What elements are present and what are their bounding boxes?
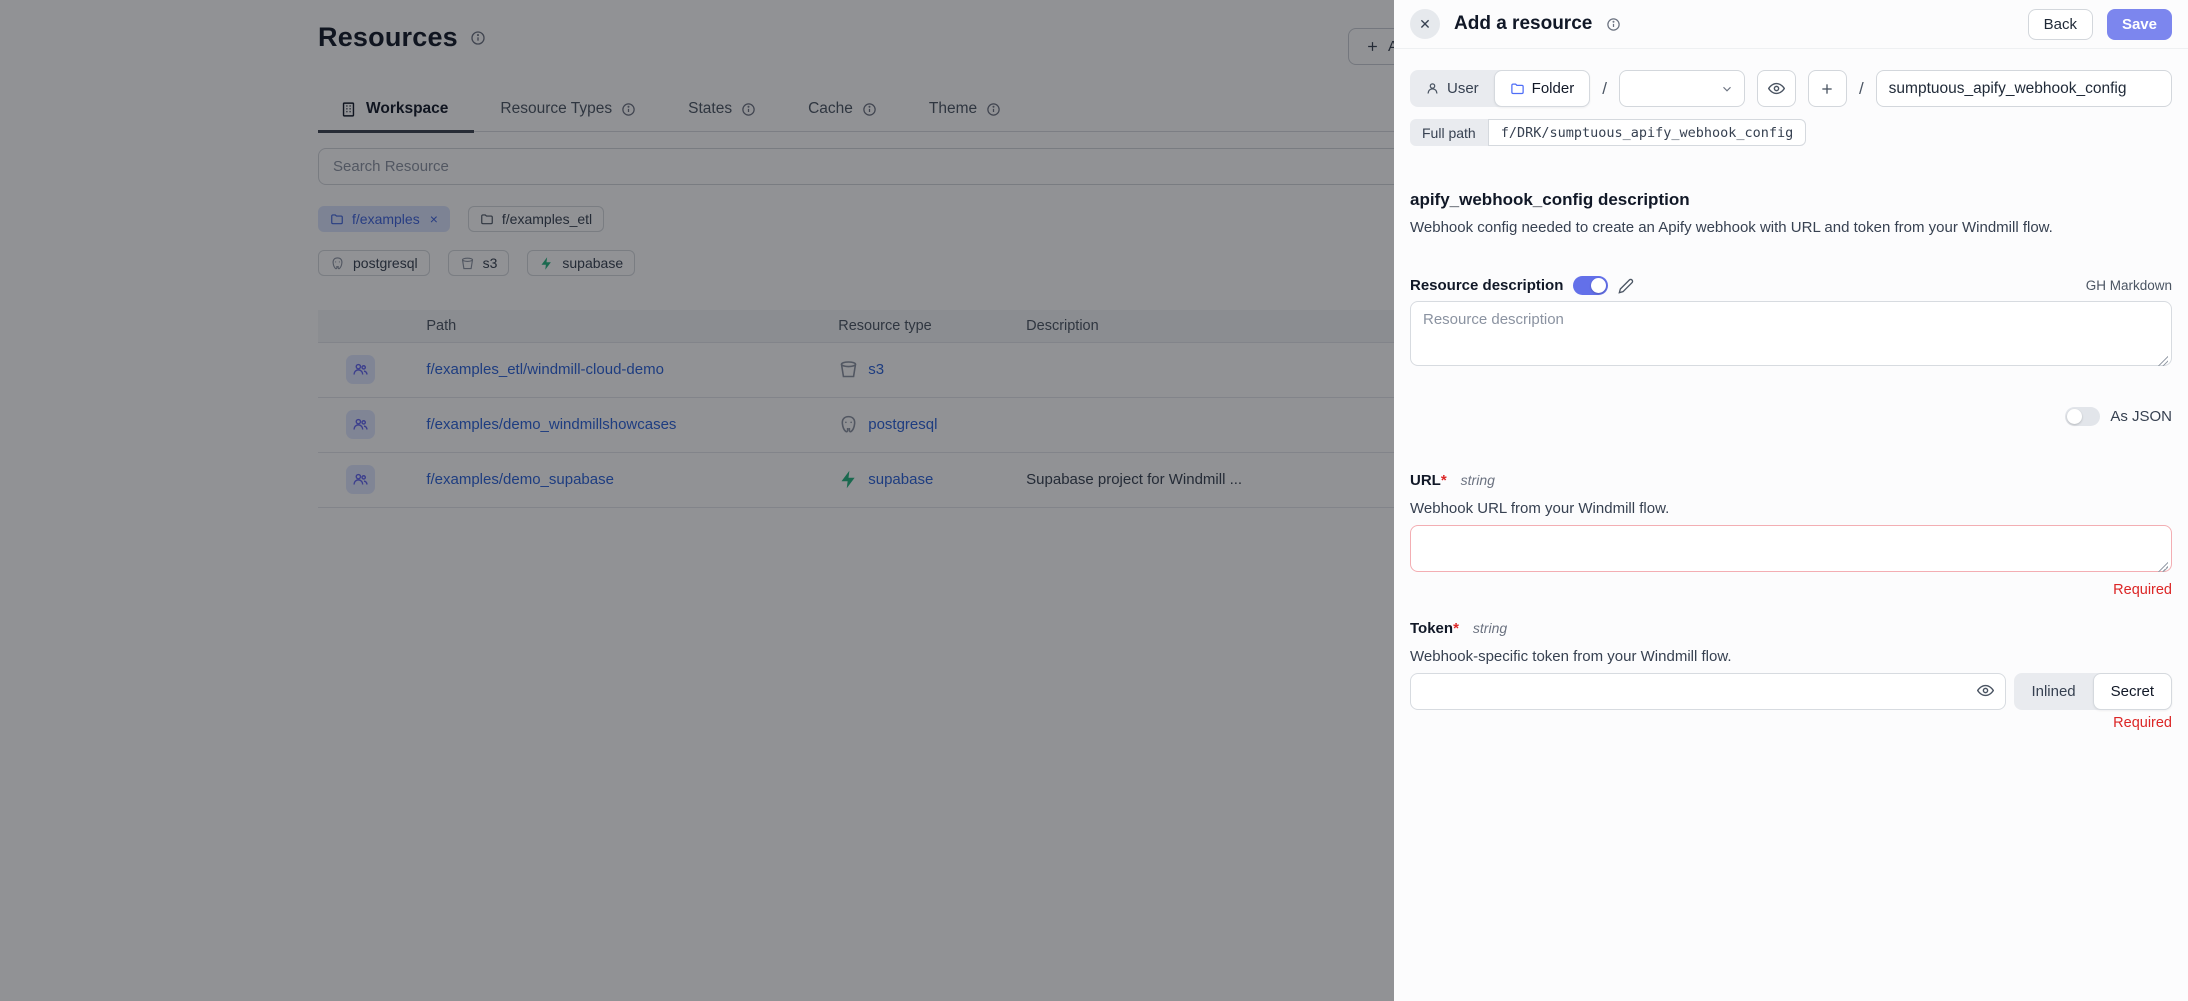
owner-user-option[interactable]: User [1410, 70, 1494, 107]
folder-icon [1510, 81, 1525, 96]
path-separator: / [1602, 79, 1607, 99]
token-field-type: string [1473, 620, 1507, 636]
url-required-error: Required [1410, 582, 2172, 598]
view-folder-button[interactable] [1757, 70, 1796, 107]
url-field-type: string [1461, 472, 1495, 488]
description-textarea[interactable] [1410, 301, 2172, 366]
back-button[interactable]: Back [2028, 9, 2093, 40]
token-field-label: Token* [1410, 620, 1459, 637]
user-icon [1425, 81, 1440, 96]
url-input[interactable] [1410, 525, 2172, 572]
full-path-label: Full path [1410, 119, 1488, 146]
full-path-value: f/DRK/sumptuous_apify_webhook_config [1488, 119, 1807, 146]
url-field-help: Webhook URL from your Windmill flow. [1410, 500, 2172, 517]
pencil-icon[interactable] [1618, 278, 1634, 294]
add-resource-drawer: ✕ Add a resource Back Save User Folder / [1394, 0, 2188, 1001]
eye-icon[interactable] [1977, 682, 1994, 699]
token-input[interactable] [1410, 673, 2006, 710]
info-icon [1606, 17, 1621, 32]
required-asterisk: * [1453, 620, 1459, 637]
as-json-toggle[interactable] [2065, 407, 2100, 426]
description-toggle[interactable] [1573, 276, 1608, 295]
description-label: Resource description [1410, 277, 1563, 294]
url-field-label: URL* [1410, 472, 1447, 489]
token-required-error: Required [1410, 715, 2172, 731]
eye-icon [1768, 80, 1785, 97]
chevron-down-icon [1720, 82, 1734, 96]
drawer-title: Add a resource [1454, 13, 1592, 35]
folder-select[interactable] [1619, 70, 1745, 107]
owner-kind-toggle: User Folder [1410, 70, 1590, 107]
schema-title: apify_webhook_config description [1410, 190, 2172, 210]
secret-mode-toggle: Inlined Secret [2014, 673, 2172, 710]
gh-markdown-label: GH Markdown [2086, 278, 2172, 293]
required-asterisk: * [1441, 472, 1447, 489]
schema-description: Webhook config needed to create an Apify… [1410, 219, 2172, 236]
inlined-option[interactable]: Inlined [2014, 673, 2092, 710]
resource-name-input[interactable] [1876, 70, 2172, 107]
drawer-header: ✕ Add a resource Back Save [1394, 0, 2188, 49]
path-separator: / [1859, 79, 1864, 99]
close-icon[interactable]: ✕ [1410, 9, 1440, 39]
owner-folder-option[interactable]: Folder [1494, 70, 1591, 107]
token-field-help: Webhook-specific token from your Windmil… [1410, 648, 2172, 665]
plus-icon [1819, 81, 1835, 97]
as-json-label: As JSON [2110, 408, 2172, 425]
add-folder-button[interactable] [1808, 70, 1847, 107]
save-button[interactable]: Save [2107, 9, 2172, 40]
secret-option[interactable]: Secret [2093, 673, 2172, 710]
